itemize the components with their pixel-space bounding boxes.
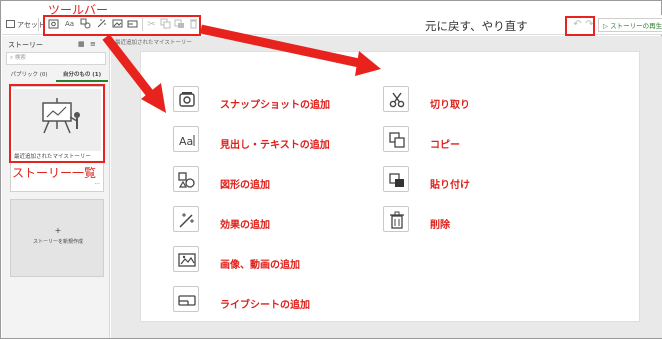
annotation-arrows	[102, 24, 381, 113]
arrow-to-right-tools	[200, 24, 360, 68]
arrow-to-left-tools	[102, 34, 155, 98]
arrow-head	[355, 51, 381, 76]
window-frame: アセット Aa ✂ ↶ ↷ ▷ ストーリーの再生 ストーリー ▦ ≡ ⌕ 検索 …	[0, 0, 662, 339]
